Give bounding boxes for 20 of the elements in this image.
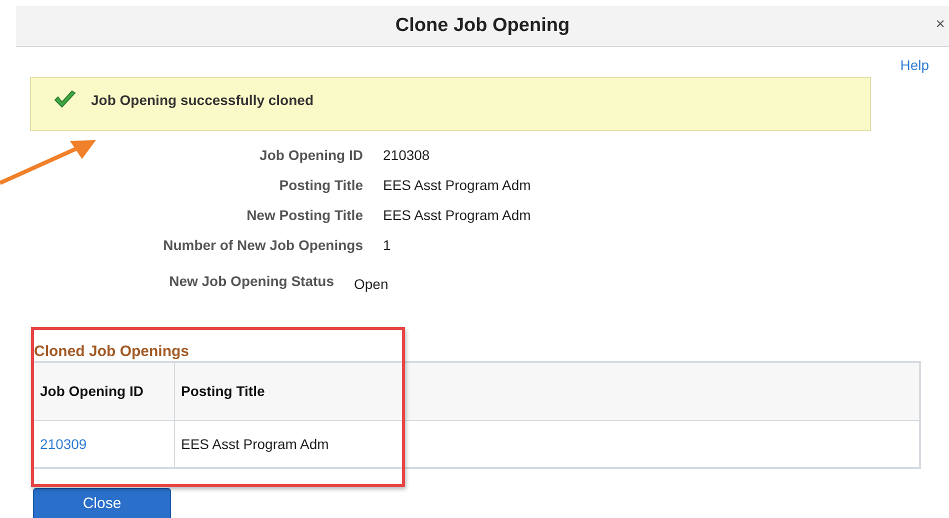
field-label: Number of New Job Openings xyxy=(163,237,363,253)
field-value: Open xyxy=(354,276,388,294)
field-label: Posting Title xyxy=(279,177,363,193)
success-message: Job Opening successfully cloned xyxy=(91,92,314,108)
field-value: EES Asst Program Adm xyxy=(383,177,531,195)
help-link[interactable]: Help xyxy=(900,57,929,77)
field-value: 210308 xyxy=(383,147,430,165)
section-title: Cloned Job Openings xyxy=(34,343,190,360)
field-value: 1 xyxy=(383,237,391,255)
table-cell: EES Asst Program Adm xyxy=(174,420,412,468)
checkmark-icon xyxy=(53,90,77,110)
close-button[interactable]: Close xyxy=(33,488,171,518)
field-label: New Job Opening Status xyxy=(169,273,334,289)
job-opening-link[interactable]: 210309 xyxy=(40,436,87,452)
column-header: Job Opening ID xyxy=(33,362,174,420)
column-header: Posting Title xyxy=(174,362,412,420)
field-label: New Posting Title xyxy=(246,207,363,223)
field-value: EES Asst Program Adm xyxy=(383,207,531,225)
field-label: Job Opening ID xyxy=(260,147,363,163)
dialog-title: Clone Job Opening xyxy=(395,15,570,37)
